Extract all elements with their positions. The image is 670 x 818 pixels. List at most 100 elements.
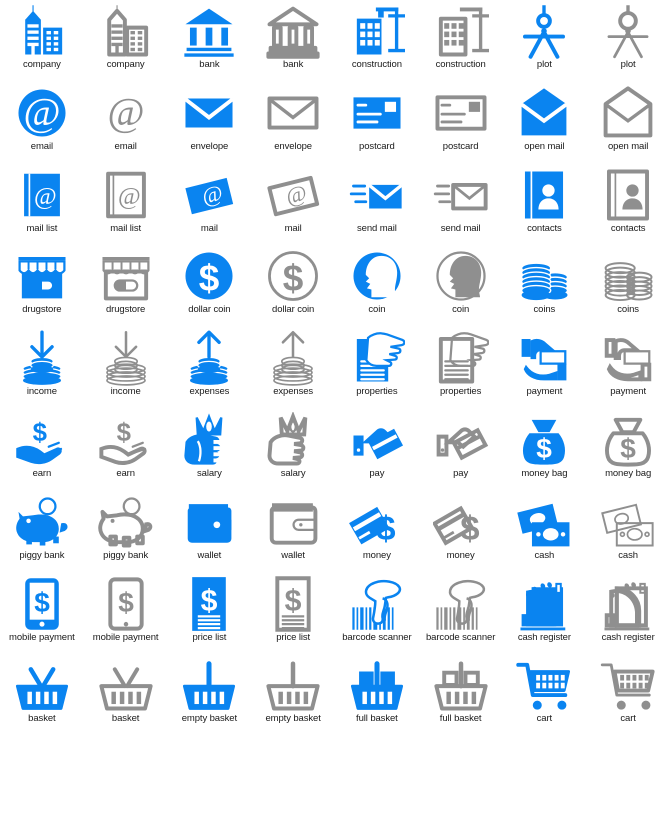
icon-cell[interactable]: wallet: [168, 491, 252, 573]
wallet-icon[interactable]: [265, 496, 321, 548]
dollar-coin-icon[interactable]: $: [181, 250, 237, 302]
icon-cell[interactable]: $ money bag: [586, 409, 670, 491]
email-at-icon[interactable]: @: [98, 87, 154, 139]
icon-cell[interactable]: payment: [503, 327, 587, 409]
icon-cell[interactable]: $ earn: [84, 409, 168, 491]
basket-icon[interactable]: [14, 659, 70, 711]
price-list-icon[interactable]: $: [181, 576, 237, 631]
mail-list-icon[interactable]: @: [14, 169, 70, 221]
icon-cell[interactable]: $ dollar coin: [251, 245, 335, 327]
bank-icon[interactable]: [265, 5, 321, 59]
drugstore-icon[interactable]: [14, 250, 70, 302]
icon-cell[interactable]: open mail: [586, 82, 670, 164]
compass-plot-icon[interactable]: [600, 5, 656, 59]
icon-cell[interactable]: drugstore: [84, 245, 168, 327]
company-icon[interactable]: [98, 5, 154, 57]
icon-cell[interactable]: @ email: [84, 82, 168, 164]
icon-cell[interactable]: $ price list: [168, 573, 252, 655]
icon-cell[interactable]: plot: [503, 0, 587, 82]
income-icon[interactable]: [98, 331, 154, 386]
contacts-icon[interactable]: [516, 169, 572, 221]
icon-cell[interactable]: send mail: [419, 164, 503, 246]
dollar-coin-icon[interactable]: $: [265, 250, 321, 302]
open-mail-icon[interactable]: [600, 86, 656, 139]
icon-cell[interactable]: cart: [503, 654, 587, 736]
icon-cell[interactable]: contacts: [503, 164, 587, 246]
icon-cell[interactable]: empty basket: [168, 654, 252, 736]
icon-cell[interactable]: construction: [335, 0, 419, 82]
icon-cell[interactable]: coin: [335, 245, 419, 327]
bank-icon[interactable]: [181, 5, 237, 57]
construction-icon[interactable]: [349, 5, 405, 57]
money-card-icon[interactable]: $: [348, 496, 405, 548]
cash-register-icon[interactable]: [516, 578, 572, 630]
basket-icon[interactable]: [98, 659, 154, 711]
icon-cell[interactable]: empty basket: [251, 654, 335, 736]
compass-plot-icon[interactable]: [516, 5, 572, 59]
icon-cell[interactable]: company: [84, 0, 168, 82]
icon-cell[interactable]: wallet: [251, 491, 335, 573]
piggy-bank-icon[interactable]: [97, 496, 154, 548]
icon-cell[interactable]: expenses: [168, 327, 252, 409]
wallet-icon[interactable]: [181, 496, 237, 548]
icon-cell[interactable]: bank: [168, 0, 252, 82]
piggy-bank-icon[interactable]: [14, 496, 70, 548]
salary-icon[interactable]: [265, 411, 321, 466]
money-bag-icon[interactable]: $: [516, 414, 572, 466]
send-mail-icon[interactable]: [433, 169, 489, 221]
icon-cell[interactable]: $ money: [419, 491, 503, 573]
contacts-icon[interactable]: [600, 169, 656, 221]
icon-cell[interactable]: cash: [586, 491, 670, 573]
icon-cell[interactable]: $ price list: [251, 573, 335, 655]
icon-cell[interactable]: piggy bank: [0, 491, 84, 573]
icon-cell[interactable]: postcard: [335, 82, 419, 164]
drugstore-icon[interactable]: [98, 250, 154, 302]
icon-cell[interactable]: contacts: [586, 164, 670, 246]
barcode-scanner-icon[interactable]: [349, 578, 405, 630]
properties-icon[interactable]: [433, 332, 489, 384]
barcode-scanner-icon[interactable]: [433, 578, 489, 630]
email-at-icon[interactable]: @: [14, 87, 70, 139]
icon-cell[interactable]: plot: [586, 0, 670, 82]
icon-cell[interactable]: company: [0, 0, 84, 82]
empty-basket-icon[interactable]: [265, 659, 321, 711]
pay-card-icon[interactable]: [433, 414, 489, 466]
icon-cell[interactable]: pay: [419, 409, 503, 491]
mail-card-icon[interactable]: @: [181, 169, 237, 221]
icon-cell[interactable]: bank: [251, 0, 335, 82]
expenses-icon[interactable]: [181, 330, 237, 386]
icon-cell[interactable]: $ mobile payment: [84, 573, 168, 655]
mail-card-icon[interactable]: @: [265, 169, 321, 221]
icon-cell[interactable]: $ money bag: [503, 409, 587, 491]
earn-icon[interactable]: $: [14, 414, 70, 466]
icon-cell[interactable]: basket: [84, 654, 168, 736]
icon-cell[interactable]: @ mail list: [84, 164, 168, 246]
icon-cell[interactable]: construction: [419, 0, 503, 82]
mobile-payment-icon[interactable]: $: [14, 577, 70, 630]
money-bag-icon[interactable]: $: [600, 414, 656, 467]
icon-cell[interactable]: @ mail: [251, 164, 335, 246]
icon-cell[interactable]: cart: [586, 654, 670, 736]
icon-cell[interactable]: barcode scanner: [335, 573, 419, 655]
icon-cell[interactable]: salary: [168, 409, 252, 491]
icon-cell[interactable]: expenses: [251, 327, 335, 409]
icon-cell[interactable]: $ earn: [0, 409, 84, 491]
payment-icon[interactable]: [600, 332, 656, 384]
open-mail-icon[interactable]: [516, 87, 572, 139]
mobile-payment-icon[interactable]: $: [98, 576, 154, 631]
icon-cell[interactable]: pay: [335, 409, 419, 491]
cash-icon[interactable]: [516, 496, 572, 548]
cash-register-icon[interactable]: [600, 578, 656, 630]
company-icon[interactable]: [14, 5, 70, 57]
icon-cell[interactable]: coin: [419, 245, 503, 327]
icon-cell[interactable]: $ money: [335, 491, 419, 573]
salary-icon[interactable]: [181, 413, 237, 466]
icon-cell[interactable]: $ dollar coin: [168, 245, 252, 327]
mail-list-icon[interactable]: @: [98, 169, 154, 221]
icon-cell[interactable]: piggy bank: [84, 491, 168, 573]
full-basket-icon[interactable]: [433, 659, 489, 711]
icon-cell[interactable]: envelope: [168, 82, 252, 164]
icon-cell[interactable]: barcode scanner: [419, 573, 503, 655]
icon-cell[interactable]: cash register: [503, 573, 587, 655]
icon-cell[interactable]: $ mobile payment: [0, 573, 84, 655]
